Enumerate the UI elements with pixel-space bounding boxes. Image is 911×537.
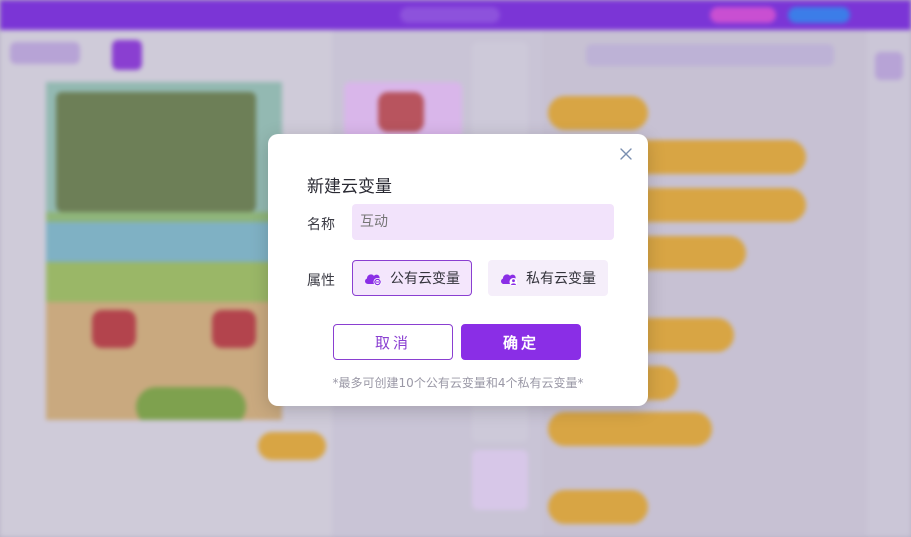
private-cloud-label: 私有云变量 [526, 271, 596, 287]
sprite-cat [378, 92, 424, 132]
confirm-button[interactable]: 确定 [461, 324, 581, 360]
attribute-label: 属性 [307, 273, 335, 289]
stage-button [258, 432, 326, 460]
stage-canvas [46, 82, 282, 420]
topbar-pill [710, 7, 776, 23]
stage-tool [112, 40, 142, 70]
name-input[interactable] [352, 204, 614, 240]
dialog-title: 新建云变量 [307, 177, 392, 197]
cancel-button[interactable]: 取消 [333, 324, 453, 360]
topbar-search [400, 7, 500, 23]
sprite-slot [472, 450, 528, 510]
code-header [586, 44, 834, 66]
public-cloud-icon [363, 269, 383, 287]
name-label: 名称 [307, 217, 335, 233]
public-cloud-option[interactable]: 公有云变量 [352, 260, 472, 296]
side-toolbar [867, 30, 911, 537]
side-tool [875, 52, 903, 80]
new-cloud-variable-dialog: 新建云变量 名称 属性 公有云变量 私有云变量 取消 确定 *最多可创建10个公… [268, 134, 648, 406]
limit-note: *最多可创建10个公有云变量和4个私有云变量* [332, 376, 584, 390]
code-block [548, 412, 712, 446]
top-bar [0, 0, 911, 30]
private-cloud-option[interactable]: 私有云变量 [488, 260, 608, 296]
topbar-pill [788, 7, 850, 23]
close-icon[interactable] [618, 146, 634, 162]
code-block [548, 96, 648, 130]
public-cloud-label: 公有云变量 [390, 271, 460, 287]
code-block [548, 490, 648, 524]
stage-tab [10, 42, 80, 64]
private-cloud-icon [499, 269, 519, 287]
